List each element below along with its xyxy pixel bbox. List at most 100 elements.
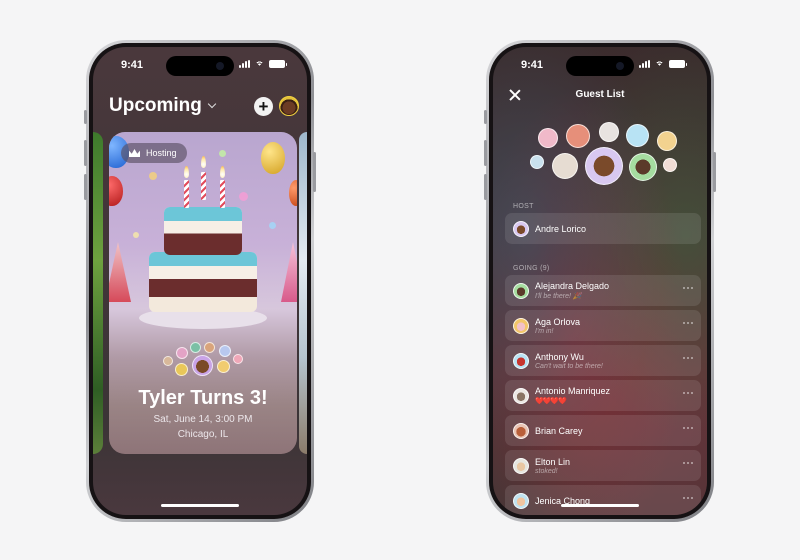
avatar	[599, 122, 619, 142]
avatar	[163, 356, 173, 366]
volume-down-button	[484, 174, 487, 200]
action-button	[484, 110, 487, 124]
guest-note: stoked!	[535, 467, 558, 475]
party-hat-icon	[109, 242, 131, 302]
upcoming-dropdown[interactable]: Upcoming	[109, 95, 217, 117]
screen-guest-list: 9:41 Guest List HOST Andre Lorico GOING …	[493, 47, 707, 515]
more-options-icon[interactable]	[683, 287, 693, 289]
avatar	[175, 363, 188, 376]
avatar	[566, 124, 590, 148]
attendee-avatars[interactable]	[109, 342, 297, 378]
home-indicator[interactable]	[161, 504, 239, 507]
event-title: Tyler Turns 3!	[138, 387, 268, 409]
power-button	[713, 152, 716, 192]
page-title: Guest List	[575, 89, 625, 100]
avatar	[192, 355, 213, 376]
guest-note: Can't wait to be there!	[535, 362, 603, 370]
guest-row[interactable]: Anthony Wu Can't wait to be there!	[505, 345, 701, 376]
previous-event-card[interactable]	[93, 132, 103, 454]
battery-icon	[269, 60, 287, 68]
status-icons	[639, 60, 687, 68]
going-section-label: GOING (9)	[513, 265, 550, 272]
guest-note: ❤️❤️❤️❤️	[535, 398, 567, 405]
signal-icon	[639, 60, 650, 68]
guest-name: Aga Orlova	[535, 316, 581, 327]
guest-row[interactable]: Brian Carey	[505, 415, 701, 446]
avatar	[513, 352, 529, 369]
guest-name: Antonio Manriquez	[535, 386, 611, 396]
avatar	[204, 342, 215, 353]
add-event-button[interactable]: +	[254, 97, 273, 116]
wifi-icon	[254, 60, 265, 68]
avatar	[219, 345, 231, 357]
status-time: 9:41	[121, 59, 144, 71]
guest-row[interactable]: Elton Lin stoked!	[505, 450, 701, 481]
power-button	[313, 152, 316, 192]
phone-upcoming: 9:41 Upcoming + Hosting Tyler Turns 3! S…	[84, 40, 316, 522]
guest-name: Alejandra Delgado	[535, 281, 610, 291]
avatar	[513, 282, 529, 299]
avatar	[513, 387, 529, 404]
more-options-icon[interactable]	[683, 392, 693, 394]
more-options-icon[interactable]	[683, 497, 693, 499]
avatar	[513, 317, 529, 334]
hosting-badge: Hosting	[121, 143, 187, 163]
host-avatar	[585, 147, 623, 185]
avatar	[663, 158, 677, 172]
party-hat-icon	[281, 242, 297, 302]
guest-note: I'll be there! 🎉	[535, 293, 582, 300]
avatar	[513, 492, 529, 509]
avatar	[657, 131, 677, 151]
avatar	[217, 360, 230, 373]
volume-up-button	[484, 140, 487, 166]
dynamic-island	[566, 56, 634, 76]
home-indicator[interactable]	[561, 504, 639, 507]
stage: 9:41 Upcoming + Hosting Tyler Turns 3! S…	[0, 0, 800, 560]
more-options-icon[interactable]	[683, 462, 693, 464]
signal-icon	[239, 60, 250, 68]
more-options-icon[interactable]	[683, 357, 693, 359]
avatar	[629, 153, 657, 181]
guest-row[interactable]: Aga Orlova I'm in!	[505, 310, 701, 341]
action-button	[84, 110, 87, 124]
avatar	[513, 220, 529, 237]
profile-avatar-button[interactable]	[279, 96, 299, 116]
next-event-card[interactable]	[299, 132, 307, 454]
event-card[interactable]: Hosting Tyler Turns 3! Sat, June 14, 3:0…	[109, 132, 297, 454]
more-options-icon[interactable]	[683, 427, 693, 429]
event-date: Sat, June 14, 3:00 PM	[153, 414, 253, 425]
avatar	[513, 457, 529, 474]
avatar	[190, 342, 201, 353]
host-row[interactable]: Andre Lorico	[505, 213, 701, 244]
battery-icon	[669, 60, 687, 68]
guest-row[interactable]: Alejandra Delgado I'll be there! 🎉	[505, 275, 701, 306]
crown-icon	[129, 149, 140, 157]
balloon-icon	[109, 176, 123, 206]
plus-icon: +	[258, 97, 269, 116]
guest-name: Elton Lin	[535, 456, 571, 467]
host-name: Andre Lorico	[535, 223, 587, 234]
guest-row[interactable]: Jenica Chong	[505, 485, 701, 515]
page-title: Upcoming	[109, 95, 202, 116]
avatar	[552, 153, 578, 179]
hosting-label: Hosting	[146, 148, 177, 158]
avatar	[233, 354, 243, 364]
avatar	[626, 124, 649, 147]
dynamic-island	[166, 56, 234, 76]
guest-row[interactable]: Antonio Manriquez ❤️❤️❤️❤️	[505, 380, 701, 411]
screen-upcoming: 9:41 Upcoming + Hosting Tyler Turns 3! S…	[93, 47, 307, 515]
guest-name: Brian Carey	[535, 425, 583, 436]
avatar	[176, 347, 188, 359]
status-time: 9:41	[521, 59, 544, 71]
wifi-icon	[654, 60, 665, 68]
guest-name: Anthony Wu	[535, 351, 584, 362]
balloon-icon	[261, 142, 285, 174]
avatar	[538, 128, 558, 148]
more-options-icon[interactable]	[683, 322, 693, 324]
avatar	[530, 155, 544, 169]
avatar	[513, 422, 529, 439]
balloon-icon	[289, 180, 297, 206]
chevron-down-icon	[207, 99, 217, 109]
guest-note: I'm in!	[535, 327, 554, 335]
event-location: Chicago, IL	[177, 429, 229, 440]
